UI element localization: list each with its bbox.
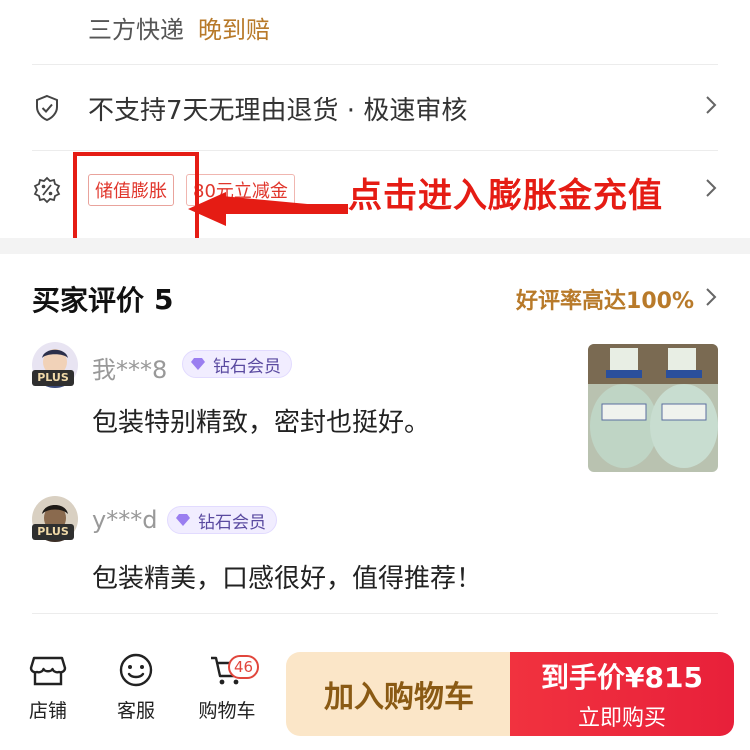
late-compensation-label: 晚到赔 <box>198 15 270 44</box>
cart-count-badge: 46 <box>228 655 260 679</box>
chevron-right-icon <box>704 286 718 312</box>
divider <box>32 613 718 614</box>
review-username: y***d <box>92 506 158 534</box>
annotation-box <box>73 152 199 252</box>
chevron-right-icon <box>704 93 718 123</box>
add-to-cart-button[interactable]: 加入购物车 <box>286 652 512 736</box>
diamond-icon <box>176 514 190 526</box>
return-policy-row[interactable]: 不支持7天无理由退货 · 极速审核 <box>32 80 718 136</box>
review-username: 我***8 <box>92 356 168 384</box>
reviews-count: 5 <box>154 282 174 316</box>
review-item[interactable]: PLUS y***d 钻石会员 包装精美，口感很好，值得推荐！ <box>32 490 718 600</box>
shipping-row: 三方快递 晚到赔 <box>32 4 718 50</box>
reviews-title: 买家评价 <box>32 284 145 317</box>
member-label: 钻石会员 <box>198 512 266 533</box>
buy-now-label: 立即购买 <box>577 706 666 731</box>
cart-label: 购物车 <box>198 700 256 722</box>
diamond-icon <box>191 358 205 370</box>
diamond-member-badge: 钻石会员 <box>167 506 277 534</box>
return-policy-text: 不支持7天无理由退货 · 极速审核 <box>88 95 468 126</box>
reviews-header[interactable]: 买家评价 5 好评率高达100% <box>32 276 718 322</box>
shipping-label: 三方快递 <box>88 15 184 44</box>
annotation-arrow-icon <box>188 192 350 226</box>
annotation-text: 点击进入膨胀金充值 <box>348 176 663 216</box>
final-price: 到手价¥815 <box>541 661 703 694</box>
plus-badge: PLUS <box>32 370 74 386</box>
review-text: 包装精美，口感很好，值得推荐！ <box>92 564 483 594</box>
review-item[interactable]: PLUS 我***8 钻石会员 包装特别精致，密封也挺好。 <box>32 340 718 480</box>
chevron-right-icon <box>704 177 718 203</box>
buy-now-button[interactable]: 到手价¥815 立即购买 <box>510 652 734 736</box>
diamond-member-badge: 钻石会员 <box>182 350 292 378</box>
review-photo[interactable] <box>588 344 718 472</box>
service-button[interactable]: 客服 <box>104 650 168 723</box>
plus-badge: PLUS <box>32 524 74 540</box>
store-icon <box>29 656 67 686</box>
shield-check-icon <box>32 93 88 123</box>
divider <box>32 64 718 65</box>
store-label: 店铺 <box>28 700 67 722</box>
smile-icon <box>119 653 153 687</box>
positive-rate: 好评率高达100% <box>516 289 694 314</box>
member-label: 钻石会员 <box>213 356 281 377</box>
divider <box>32 150 718 151</box>
store-button[interactable]: 店铺 <box>16 650 80 723</box>
service-label: 客服 <box>116 700 155 722</box>
section-separator <box>0 238 750 254</box>
review-text: 包装特别精致，密封也挺好。 <box>92 408 431 438</box>
